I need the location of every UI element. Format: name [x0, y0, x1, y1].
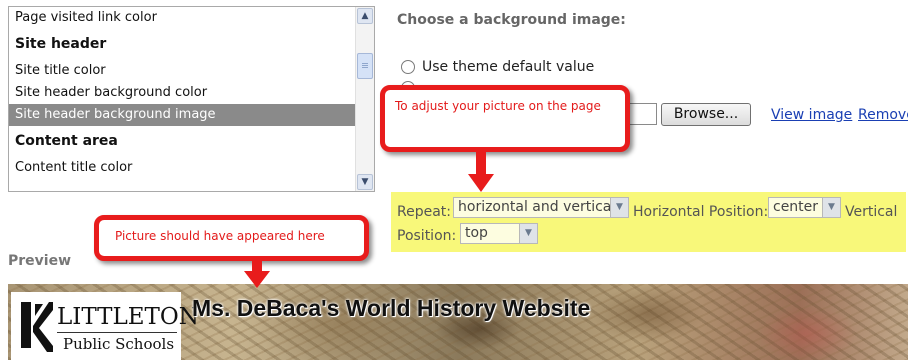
remove-link[interactable]: Remove	[858, 107, 908, 123]
logo-title: LITTLETON	[57, 304, 199, 330]
list-section-header[interactable]: Content area	[9, 126, 355, 157]
district-logo: LITTLETON Public Schools	[11, 292, 199, 360]
chevron-up-icon[interactable]: ▲	[357, 8, 373, 24]
default-value-label: Use theme default value	[422, 59, 595, 75]
position-settings-panel: Repeat: horizontal and vertical ▼ Horizo…	[391, 192, 906, 252]
default-value-option[interactable]: Use theme default value	[401, 59, 594, 75]
chevron-down-icon: ▼	[822, 198, 840, 217]
settings-list-items: Page visited link color Site header Site t…	[9, 7, 355, 179]
callout-text: To adjust your picture on the page	[395, 99, 601, 113]
repeat-label: Repeat:	[397, 204, 451, 220]
chevron-down-icon: ▼	[610, 198, 628, 217]
callout-picture-missing: Picture should have appeared here	[94, 215, 369, 261]
radio-button[interactable]	[401, 60, 415, 74]
arrow-down-icon	[244, 261, 270, 288]
vertical-position-value: top	[465, 225, 488, 241]
list-section-header[interactable]: Site header	[9, 29, 355, 60]
view-image-link[interactable]: View image	[771, 107, 852, 123]
list-item[interactable]: Page visited link color	[9, 7, 355, 29]
repeat-select[interactable]: horizontal and vertical ▼	[453, 197, 629, 218]
list-item[interactable]: Site header background color	[9, 82, 355, 104]
list-item[interactable]: Site header background image	[9, 104, 355, 126]
vertical-position-label-cont: Position:	[397, 228, 457, 244]
horizontal-position-value: center	[773, 199, 819, 215]
browse-button[interactable]: Browse...	[661, 103, 751, 126]
list-scrollbar[interactable]: ▲ ▼	[355, 7, 374, 191]
chevron-down-icon[interactable]: ▼	[357, 174, 373, 190]
chevron-down-icon: ▼	[519, 224, 537, 243]
horizontal-position-label: Horizontal Position:	[633, 204, 769, 220]
site-title: Ms. DeBaca's World History Website	[192, 295, 591, 321]
logo-subtitle: Public Schools	[63, 335, 175, 353]
vertical-position-select[interactable]: top ▼	[460, 223, 538, 244]
arrow-down-icon	[468, 152, 494, 192]
scrollbar-thumb[interactable]	[357, 53, 373, 79]
background-image-heading: Choose a background image:	[397, 12, 626, 28]
callout-text: Picture should have appeared here	[115, 229, 325, 243]
logo-mark-icon	[21, 302, 53, 352]
list-item[interactable]: Content title color	[9, 157, 355, 179]
horizontal-position-select[interactable]: center ▼	[768, 197, 841, 218]
header-preview: LITTLETON Public Schools Ms. DeBaca's Wo…	[8, 284, 908, 360]
preview-heading: Preview	[8, 253, 72, 269]
logo-divider	[57, 332, 177, 333]
callout-adjust-picture: To adjust your picture on the page	[380, 85, 630, 152]
settings-list[interactable]: Page visited link color Site header Site t…	[8, 6, 375, 192]
list-item[interactable]: Site title color	[9, 60, 355, 82]
vertical-position-label: Vertical	[845, 204, 898, 220]
repeat-value: horizontal and vertical	[458, 199, 616, 215]
